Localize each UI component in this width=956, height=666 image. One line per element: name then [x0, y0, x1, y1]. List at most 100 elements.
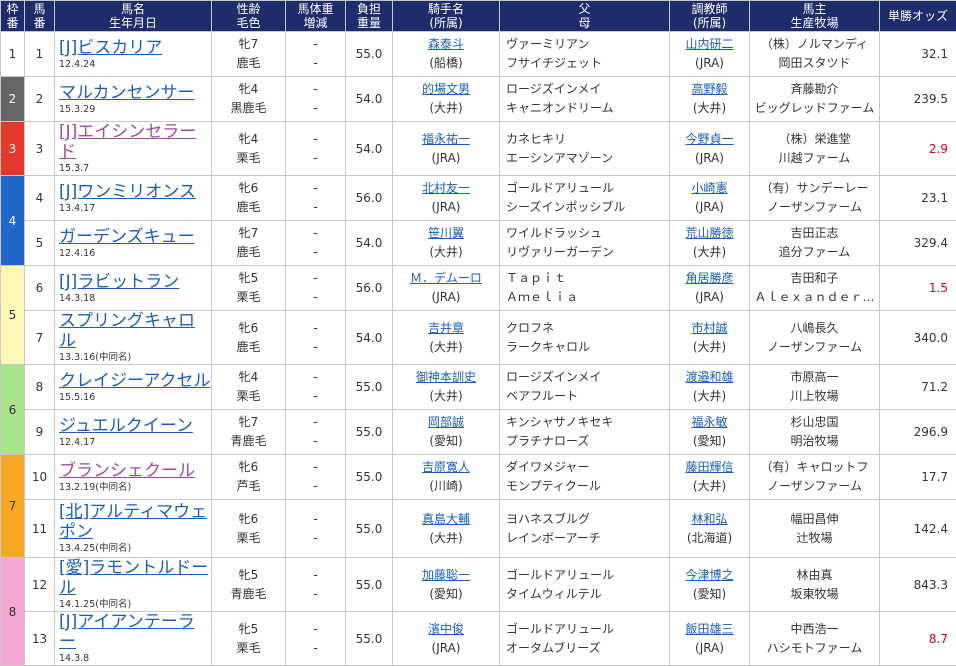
trainer-link[interactable]: 今津博之	[670, 566, 749, 585]
owner-cell: 吉田和子Ａｌｅｘａｎｄｅｒ…	[750, 266, 880, 311]
waku-cell: 7	[1, 455, 25, 558]
jockey-link[interactable]: 加藤聡一	[393, 566, 499, 585]
bodyweight-cell: --	[286, 365, 346, 410]
horse-birthdate: 14.3.8	[59, 653, 211, 665]
horse-name-link[interactable]: [J]エイシンセラード	[59, 122, 211, 162]
trainer-cell: 山内研二(JRA)	[670, 32, 750, 77]
horse-name-link[interactable]: ジュエルクイーン	[59, 416, 211, 436]
trainer-cell: 角居勝彦(JRA)	[670, 266, 750, 311]
trainer-link[interactable]: 藤田輝信	[670, 458, 749, 477]
jockey-cell: 濱中俊(JRA)	[393, 612, 500, 666]
horse-birthdate: 15.5.16	[59, 392, 211, 404]
kinryo-cell: 56.0	[346, 176, 393, 221]
table-row: 4 4 [J]ワンミリオンス13.4.17 牝6鹿毛 -- 56.0 北村友一(…	[1, 176, 956, 221]
trainer-link[interactable]: 林和弘	[670, 510, 749, 529]
umaban-cell: 10	[25, 455, 55, 500]
owner-cell: 杉山忠国明治牧場	[750, 410, 880, 455]
header-kinryo: 負担重量	[346, 1, 393, 32]
owner-cell: 斉藤勘介ビッグレッドファーム	[750, 77, 880, 122]
horse-name-link[interactable]: マルカンセンサー	[59, 83, 211, 103]
header-jockey: 騎手名(所属)	[393, 1, 500, 32]
horse-name-link[interactable]: [J]ビスカリア	[59, 38, 211, 58]
owner-cell: （株）栄進堂川越ファーム	[750, 122, 880, 176]
parents-cell: ロージズインメイキャニオンドリーム	[500, 77, 670, 122]
horse-name-link[interactable]: ガーデンズキュー	[59, 227, 211, 247]
jockey-link[interactable]: 福永祐一	[393, 130, 499, 149]
trainer-link[interactable]: 角居勝彦	[670, 269, 749, 288]
header-parents: 父母	[500, 1, 670, 32]
owner-cell: 中西浩一ハシモトファーム	[750, 612, 880, 666]
header-trainer: 調教師(所属)	[670, 1, 750, 32]
trainer-link[interactable]: 市村誠	[670, 319, 749, 338]
trainer-cell: 渡邉和雄(大井)	[670, 365, 750, 410]
horse-birthdate: 13.4.25(中同名)	[59, 543, 211, 555]
owner-cell: （有）キャロットフノーザンファーム	[750, 455, 880, 500]
jockey-link[interactable]: 真島大輔	[393, 510, 499, 529]
jockey-cell: 的場文男(大井)	[393, 77, 500, 122]
trainer-link[interactable]: 今野貞一	[670, 130, 749, 149]
table-row: 7 10 ブランシェクール13.2.19(中同名) 牝6芦毛 -- 55.0 吉…	[1, 455, 956, 500]
jockey-link[interactable]: Ｍ．デムーロ	[393, 269, 499, 288]
waku-cell: 8	[1, 558, 25, 666]
kinryo-cell: 54.0	[346, 311, 393, 365]
jockey-cell: Ｍ．デムーロ(JRA)	[393, 266, 500, 311]
trainer-link[interactable]: 飯田雄三	[670, 620, 749, 639]
horse-cell: クレイジーアクセル15.5.16	[55, 365, 212, 410]
parents-cell: ＴａｐｉｔＡｍｅｌｉａ	[500, 266, 670, 311]
trainer-cell: 今野貞一(JRA)	[670, 122, 750, 176]
trainer-link[interactable]: 高野毅	[670, 80, 749, 99]
bodyweight-cell: --	[286, 558, 346, 612]
horse-name-link[interactable]: [J]ラビットラン	[59, 272, 211, 292]
trainer-link[interactable]: 渡邉和雄	[670, 368, 749, 387]
horse-name-link[interactable]: [J]ワンミリオンス	[59, 182, 211, 202]
sexage-cell: 牝5栗毛	[212, 612, 286, 666]
trainer-link[interactable]: 小崎憲	[670, 179, 749, 198]
table-row: 3 3 [J]エイシンセラード15.3.7 牝4栗毛 -- 54.0 福永祐一(…	[1, 122, 956, 176]
odds-cell: 71.2	[880, 365, 956, 410]
jockey-link[interactable]: 濱中俊	[393, 620, 499, 639]
trainer-cell: 林和弘(北海道)	[670, 500, 750, 558]
horse-cell: ブランシェクール13.2.19(中同名)	[55, 455, 212, 500]
sexage-cell: 牝4栗毛	[212, 122, 286, 176]
table-row: 11 [北]アルティマウェポン13.4.25(中同名) 牝6栗毛 -- 55.0…	[1, 500, 956, 558]
umaban-cell: 1	[25, 32, 55, 77]
trainer-link[interactable]: 山内研二	[670, 35, 749, 54]
jockey-link[interactable]: 的場文男	[393, 80, 499, 99]
horse-cell: マルカンセンサー15.3.29	[55, 77, 212, 122]
jockey-link[interactable]: 吉原寛人	[393, 458, 499, 477]
parents-cell: ロージズインメイベアフルート	[500, 365, 670, 410]
jockey-cell: 吉原寛人(川崎)	[393, 455, 500, 500]
jockey-link[interactable]: 岡部誠	[393, 413, 499, 432]
horse-name-link[interactable]: [北]アルティマウェポン	[59, 502, 211, 542]
umaban-cell: 13	[25, 612, 55, 666]
parents-cell: ダイワメジャーモンプティクール	[500, 455, 670, 500]
horse-name-link[interactable]: スプリングキャロル	[59, 311, 211, 351]
horse-name-link[interactable]: [愛]ラモントルドール	[59, 558, 211, 598]
horse-name-link[interactable]: ブランシェクール	[59, 461, 211, 481]
horse-birthdate: 12.4.24	[59, 59, 211, 71]
jockey-cell: 加藤聡一(愛知)	[393, 558, 500, 612]
trainer-cell: 飯田雄三(JRA)	[670, 612, 750, 666]
parents-cell: ゴールドアリュールシーズインポッシブル	[500, 176, 670, 221]
bodyweight-cell: --	[286, 77, 346, 122]
trainer-cell: 高野毅(大井)	[670, 77, 750, 122]
horse-birthdate: 13.4.17	[59, 203, 211, 215]
jockey-link[interactable]: 森泰斗	[393, 35, 499, 54]
trainer-link[interactable]: 福永敏	[670, 413, 749, 432]
horse-name-link[interactable]: クレイジーアクセル	[59, 371, 211, 391]
parents-cell: ゴールドアリュールオータムブリーズ	[500, 612, 670, 666]
owner-cell: 林由真坂東牧場	[750, 558, 880, 612]
header-umaban: 馬番	[25, 1, 55, 32]
kinryo-cell: 56.0	[346, 266, 393, 311]
jockey-link[interactable]: 吉井章	[393, 319, 499, 338]
header-horse: 馬名生年月日	[55, 1, 212, 32]
sexage-cell: 牝4栗毛	[212, 365, 286, 410]
jockey-link[interactable]: 北村友一	[393, 179, 499, 198]
jockey-link[interactable]: 御神本訓史	[393, 368, 499, 387]
horse-name-link[interactable]: [J]アイアンテーラー	[59, 612, 211, 652]
bodyweight-cell: --	[286, 221, 346, 266]
trainer-link[interactable]: 荒山勝徳	[670, 224, 749, 243]
jockey-link[interactable]: 笹川翼	[393, 224, 499, 243]
umaban-cell: 12	[25, 558, 55, 612]
header-sexage: 性齢毛色	[212, 1, 286, 32]
